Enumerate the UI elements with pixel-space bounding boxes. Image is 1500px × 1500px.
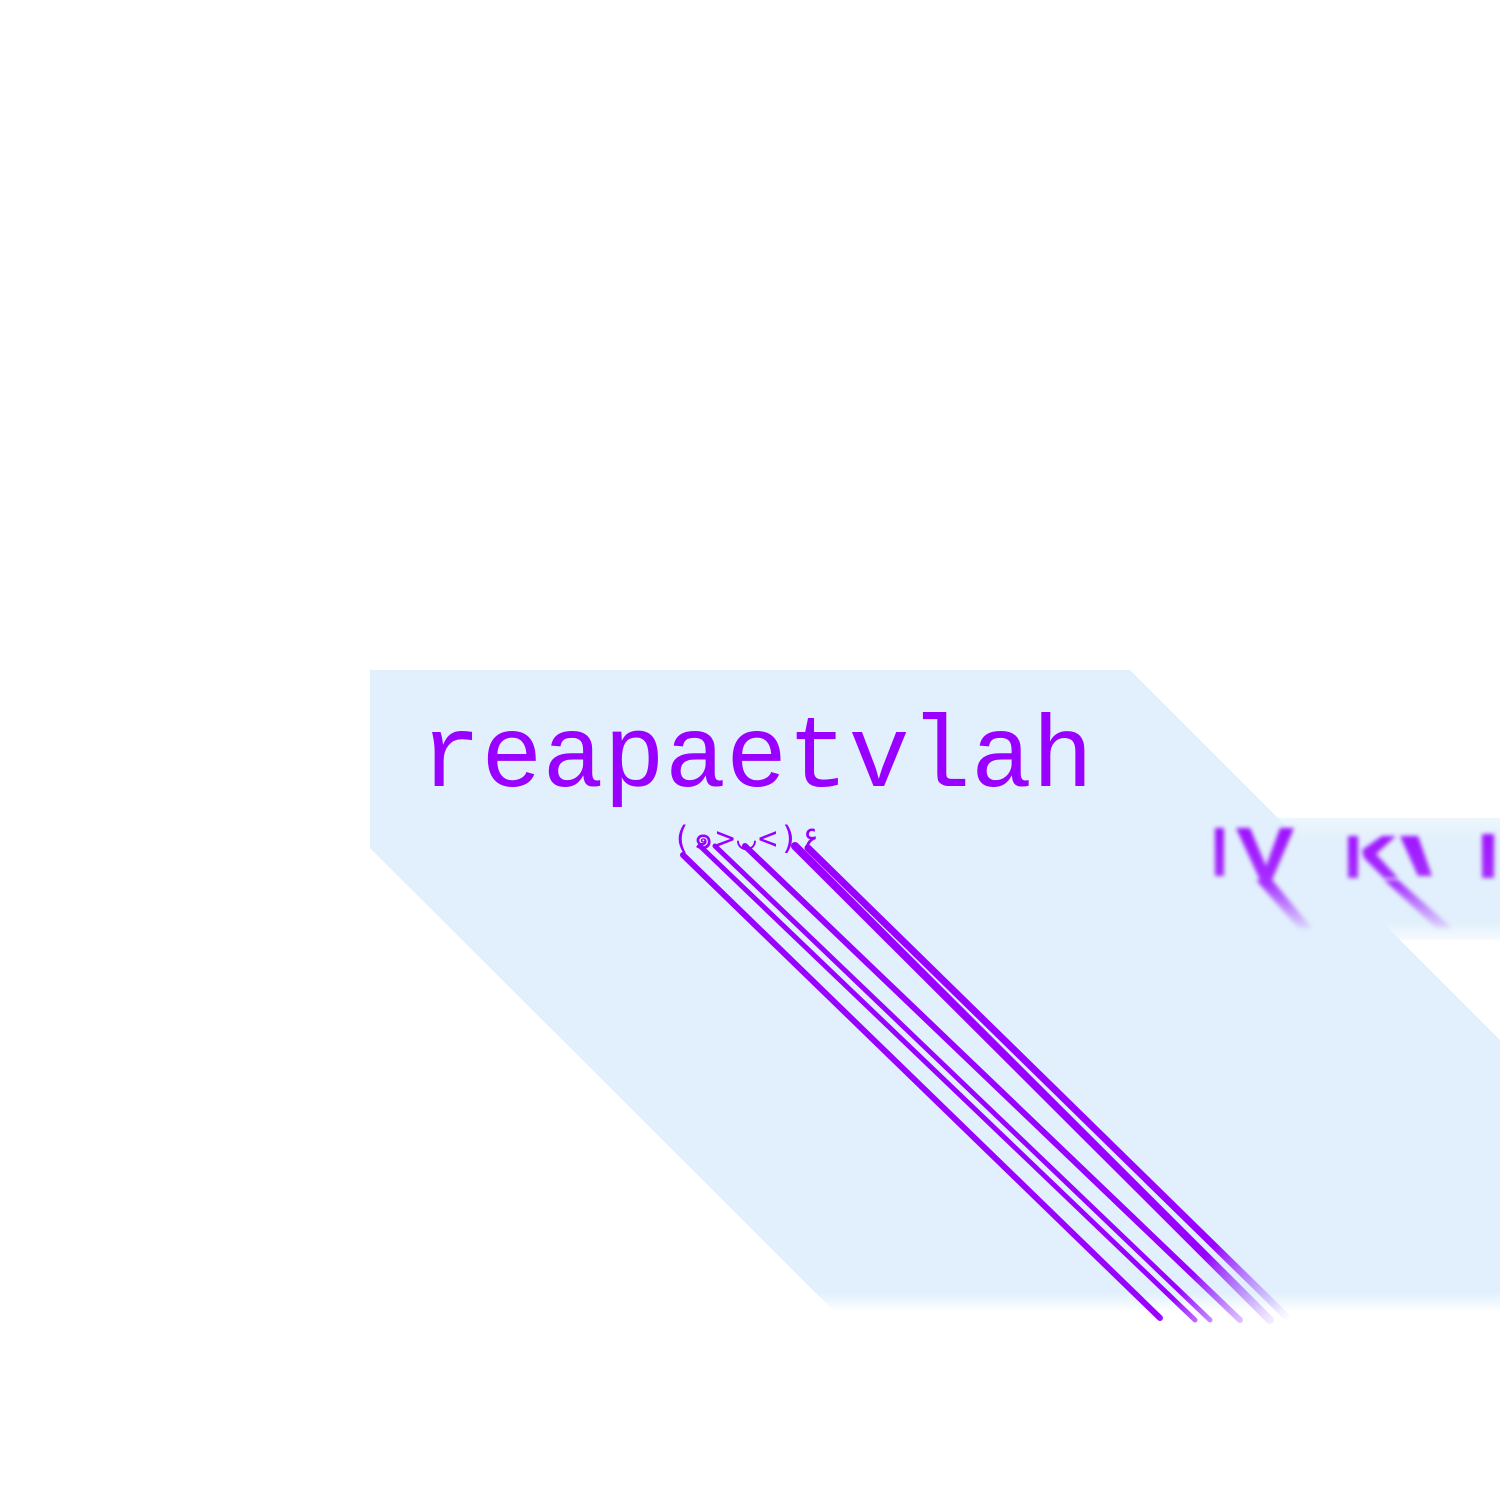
title-text: reapaetvlah [420,701,1094,817]
artwork-canvas: reapaetvlah (๑>◡<)۶ [0,0,1500,1500]
kaomoji-text: (๑>◡<)۶ [672,819,820,857]
ghost-glyph [1482,834,1494,878]
